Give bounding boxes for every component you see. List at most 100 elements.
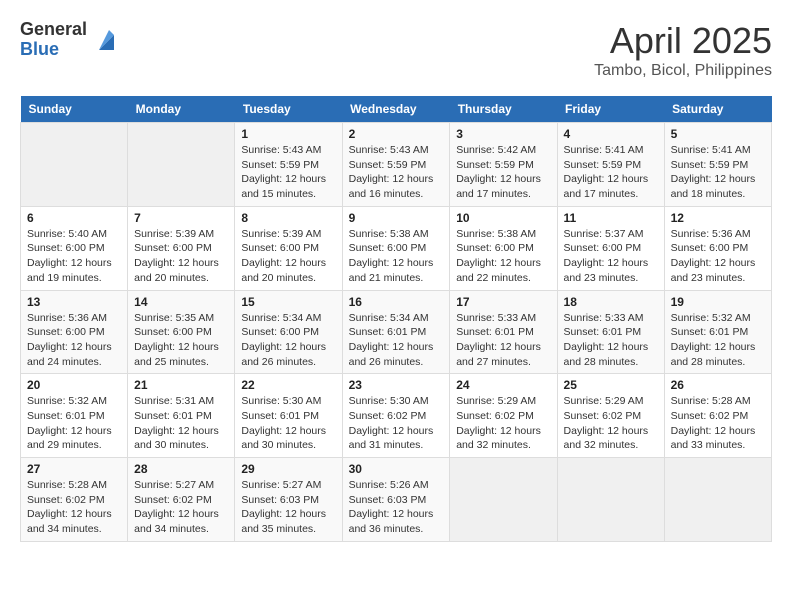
day-number: 19 [671,295,765,309]
calendar-cell [557,458,664,542]
daylight-label: Daylight: 12 hours and 30 minutes. [134,425,219,452]
calendar-week-row: 6 Sunrise: 5:40 AM Sunset: 6:00 PM Dayli… [21,206,772,290]
daylight-label: Daylight: 12 hours and 26 minutes. [349,341,434,368]
sunrise-label: Sunrise: 5:27 AM [241,479,321,491]
sunrise-label: Sunrise: 5:28 AM [27,479,107,491]
day-number: 5 [671,127,765,141]
calendar-cell: 3 Sunrise: 5:42 AM Sunset: 5:59 PM Dayli… [450,123,557,207]
sunrise-label: Sunrise: 5:38 AM [349,228,429,240]
sunrise-label: Sunrise: 5:37 AM [564,228,644,240]
daylight-label: Daylight: 12 hours and 34 minutes. [27,508,112,535]
day-info: Sunrise: 5:42 AM Sunset: 5:59 PM Dayligh… [456,143,550,202]
day-number: 7 [134,211,228,225]
sunset-label: Sunset: 5:59 PM [456,159,534,171]
calendar-cell [664,458,771,542]
daylight-label: Daylight: 12 hours and 24 minutes. [27,341,112,368]
calendar-cell: 9 Sunrise: 5:38 AM Sunset: 6:00 PM Dayli… [342,206,450,290]
calendar-cell: 8 Sunrise: 5:39 AM Sunset: 6:00 PM Dayli… [235,206,342,290]
sunrise-label: Sunrise: 5:43 AM [241,144,321,156]
day-info: Sunrise: 5:43 AM Sunset: 5:59 PM Dayligh… [241,143,335,202]
sunset-label: Sunset: 6:01 PM [671,326,749,338]
daylight-label: Daylight: 12 hours and 20 minutes. [241,257,326,284]
sunset-label: Sunset: 5:59 PM [241,159,319,171]
sunset-label: Sunset: 6:00 PM [27,242,105,254]
day-number: 8 [241,211,335,225]
day-number: 11 [564,211,658,225]
calendar-cell [21,123,128,207]
day-info: Sunrise: 5:30 AM Sunset: 6:02 PM Dayligh… [349,394,444,453]
day-number: 12 [671,211,765,225]
sunset-label: Sunset: 6:01 PM [564,326,642,338]
sunrise-label: Sunrise: 5:30 AM [349,395,429,407]
day-number: 20 [27,378,121,392]
sunrise-label: Sunrise: 5:30 AM [241,395,321,407]
sunrise-label: Sunrise: 5:29 AM [564,395,644,407]
sunrise-label: Sunrise: 5:33 AM [456,312,536,324]
day-info: Sunrise: 5:41 AM Sunset: 5:59 PM Dayligh… [671,143,765,202]
day-info: Sunrise: 5:27 AM Sunset: 6:02 PM Dayligh… [134,478,228,537]
calendar-week-row: 27 Sunrise: 5:28 AM Sunset: 6:02 PM Dayl… [21,458,772,542]
sunset-label: Sunset: 6:00 PM [564,242,642,254]
calendar-cell: 25 Sunrise: 5:29 AM Sunset: 6:02 PM Dayl… [557,374,664,458]
weekday-header: Wednesday [342,96,450,123]
day-number: 26 [671,378,765,392]
calendar-cell: 2 Sunrise: 5:43 AM Sunset: 5:59 PM Dayli… [342,123,450,207]
sunrise-label: Sunrise: 5:29 AM [456,395,536,407]
day-number: 25 [564,378,658,392]
sunrise-label: Sunrise: 5:34 AM [349,312,429,324]
daylight-label: Daylight: 12 hours and 20 minutes. [134,257,219,284]
day-number: 29 [241,462,335,476]
day-info: Sunrise: 5:27 AM Sunset: 6:03 PM Dayligh… [241,478,335,537]
sunrise-label: Sunrise: 5:36 AM [671,228,751,240]
sunrise-label: Sunrise: 5:41 AM [671,144,751,156]
day-info: Sunrise: 5:34 AM Sunset: 6:00 PM Dayligh… [241,311,335,370]
daylight-label: Daylight: 12 hours and 18 minutes. [671,173,756,200]
day-info: Sunrise: 5:38 AM Sunset: 6:00 PM Dayligh… [349,227,444,286]
sunrise-label: Sunrise: 5:27 AM [134,479,214,491]
day-number: 22 [241,378,335,392]
day-number: 28 [134,462,228,476]
day-number: 1 [241,127,335,141]
day-info: Sunrise: 5:36 AM Sunset: 6:00 PM Dayligh… [671,227,765,286]
calendar-cell: 15 Sunrise: 5:34 AM Sunset: 6:00 PM Dayl… [235,290,342,374]
calendar-cell: 30 Sunrise: 5:26 AM Sunset: 6:03 PM Dayl… [342,458,450,542]
weekday-header: Monday [128,96,235,123]
calendar-header-row: SundayMondayTuesdayWednesdayThursdayFrid… [21,96,772,123]
page-header: General Blue April 2025 Tambo, Bicol, Ph… [20,20,772,80]
weekday-header: Friday [557,96,664,123]
daylight-label: Daylight: 12 hours and 28 minutes. [671,341,756,368]
calendar-cell: 23 Sunrise: 5:30 AM Sunset: 6:02 PM Dayl… [342,374,450,458]
sunset-label: Sunset: 6:00 PM [671,242,749,254]
sunset-label: Sunset: 6:00 PM [241,242,319,254]
sunset-label: Sunset: 6:00 PM [134,326,212,338]
day-number: 21 [134,378,228,392]
day-info: Sunrise: 5:26 AM Sunset: 6:03 PM Dayligh… [349,478,444,537]
daylight-label: Daylight: 12 hours and 23 minutes. [671,257,756,284]
daylight-label: Daylight: 12 hours and 25 minutes. [134,341,219,368]
daylight-label: Daylight: 12 hours and 35 minutes. [241,508,326,535]
day-number: 15 [241,295,335,309]
logo-blue-text: Blue [20,40,87,60]
logo-general-text: General [20,20,87,40]
calendar-cell [128,123,235,207]
calendar-cell: 14 Sunrise: 5:35 AM Sunset: 6:00 PM Dayl… [128,290,235,374]
calendar-cell: 16 Sunrise: 5:34 AM Sunset: 6:01 PM Dayl… [342,290,450,374]
day-info: Sunrise: 5:34 AM Sunset: 6:01 PM Dayligh… [349,311,444,370]
day-number: 23 [349,378,444,392]
daylight-label: Daylight: 12 hours and 29 minutes. [27,425,112,452]
calendar-cell: 27 Sunrise: 5:28 AM Sunset: 6:02 PM Dayl… [21,458,128,542]
day-number: 27 [27,462,121,476]
sunset-label: Sunset: 6:01 PM [349,326,427,338]
daylight-label: Daylight: 12 hours and 27 minutes. [456,341,541,368]
calendar-cell: 12 Sunrise: 5:36 AM Sunset: 6:00 PM Dayl… [664,206,771,290]
calendar-cell: 13 Sunrise: 5:36 AM Sunset: 6:00 PM Dayl… [21,290,128,374]
daylight-label: Daylight: 12 hours and 17 minutes. [456,173,541,200]
day-info: Sunrise: 5:29 AM Sunset: 6:02 PM Dayligh… [456,394,550,453]
calendar-cell: 26 Sunrise: 5:28 AM Sunset: 6:02 PM Dayl… [664,374,771,458]
daylight-label: Daylight: 12 hours and 22 minutes. [456,257,541,284]
day-number: 18 [564,295,658,309]
sunset-label: Sunset: 6:01 PM [456,326,534,338]
daylight-label: Daylight: 12 hours and 31 minutes. [349,425,434,452]
day-info: Sunrise: 5:33 AM Sunset: 6:01 PM Dayligh… [564,311,658,370]
calendar-cell: 5 Sunrise: 5:41 AM Sunset: 5:59 PM Dayli… [664,123,771,207]
